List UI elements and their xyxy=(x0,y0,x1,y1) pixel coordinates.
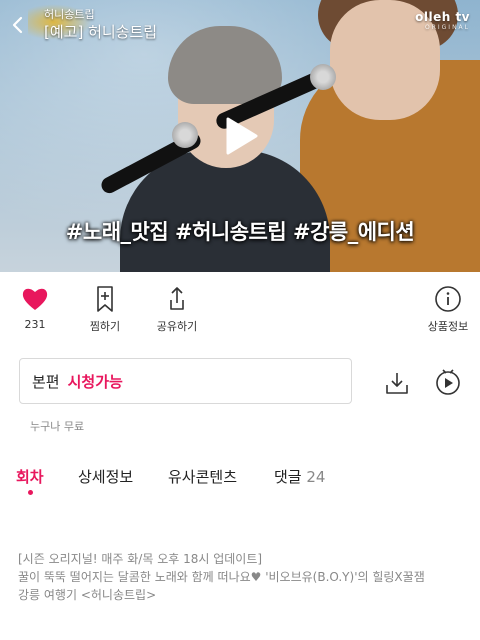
info-label: 상품정보 xyxy=(427,320,469,333)
info-icon xyxy=(435,286,461,312)
tab-comments[interactable]: 댓글 24 xyxy=(274,466,325,487)
brand-main: olleh tv xyxy=(415,10,470,24)
description-line: 강릉 여행기 <허니송트립> xyxy=(18,588,157,602)
heart-icon xyxy=(22,288,48,310)
comment-count: 24 xyxy=(306,468,326,486)
brand-sub: ORIGINAL xyxy=(424,24,470,31)
free-note: 누구나 무료 xyxy=(30,420,85,433)
microphone xyxy=(172,122,198,148)
channel-name: 허니송트립 xyxy=(44,8,95,21)
tab-similar-content[interactable]: 유사콘텐츠 xyxy=(168,466,237,487)
microphone xyxy=(310,64,336,90)
like-count: 231 xyxy=(24,318,46,331)
video-player[interactable]: 허니송트립 [예고] 허니송트립 olleh tv ORIGINAL #노래_맛… xyxy=(0,0,480,272)
active-tab-indicator xyxy=(28,490,33,495)
tab-label: 유사콘텐츠 xyxy=(168,468,238,486)
tab-label: 회차 xyxy=(16,468,44,486)
share-button[interactable]: 공유하기 xyxy=(142,284,212,334)
program-description: [시즌 오리지널! 매주 화/목 오후 18시 업데이트] 꿀이 뚝뚝 떨어지는… xyxy=(18,550,468,604)
save-button[interactable]: 찜하기 xyxy=(70,284,140,334)
action-row: 231 찜하기 공유하기 상품정보 xyxy=(0,284,480,344)
bookmark-plus-icon xyxy=(97,286,113,312)
video-top-bar: 허니송트립 [예고] 허니송트립 olleh tv ORIGINAL xyxy=(0,0,480,48)
product-info-button[interactable]: 상품정보 xyxy=(413,284,480,334)
video-hashtags: #노래_맛집 #허니송트립 #강릉_에디션 xyxy=(65,220,415,244)
video-title: [예고] 허니송트립 xyxy=(44,23,158,41)
content-tabs: 회차 상세정보 유사콘텐츠 댓글 24 xyxy=(0,466,480,506)
description-line: 꿀이 뚝뚝 떨어지는 달콤한 노래와 함께 떠나요♥ '비오브유(B.O.Y)'… xyxy=(18,570,425,584)
episode-selector[interactable]: 본편 시청가능 xyxy=(19,358,352,404)
episode-kind: 본편 xyxy=(32,372,60,391)
share-icon xyxy=(170,287,184,310)
tab-details[interactable]: 상세정보 xyxy=(78,466,133,487)
download-icon[interactable] xyxy=(384,370,410,396)
save-label: 찜하기 xyxy=(89,320,121,333)
episode-status: 시청가능 xyxy=(67,372,123,391)
tab-label: 댓글 xyxy=(274,468,302,486)
like-button[interactable]: 231 xyxy=(0,284,70,331)
tab-label: 상세정보 xyxy=(78,468,134,486)
share-label: 공유하기 xyxy=(156,320,198,333)
chevron-left-icon[interactable] xyxy=(10,16,26,34)
description-line: [시즌 오리지널! 매주 화/목 오후 18시 업데이트] xyxy=(18,552,263,566)
tv-play-icon[interactable] xyxy=(434,368,462,396)
tab-episodes[interactable]: 회차 xyxy=(16,466,44,487)
brand-watermark: olleh tv ORIGINAL xyxy=(415,10,470,31)
play-icon[interactable] xyxy=(220,116,260,156)
